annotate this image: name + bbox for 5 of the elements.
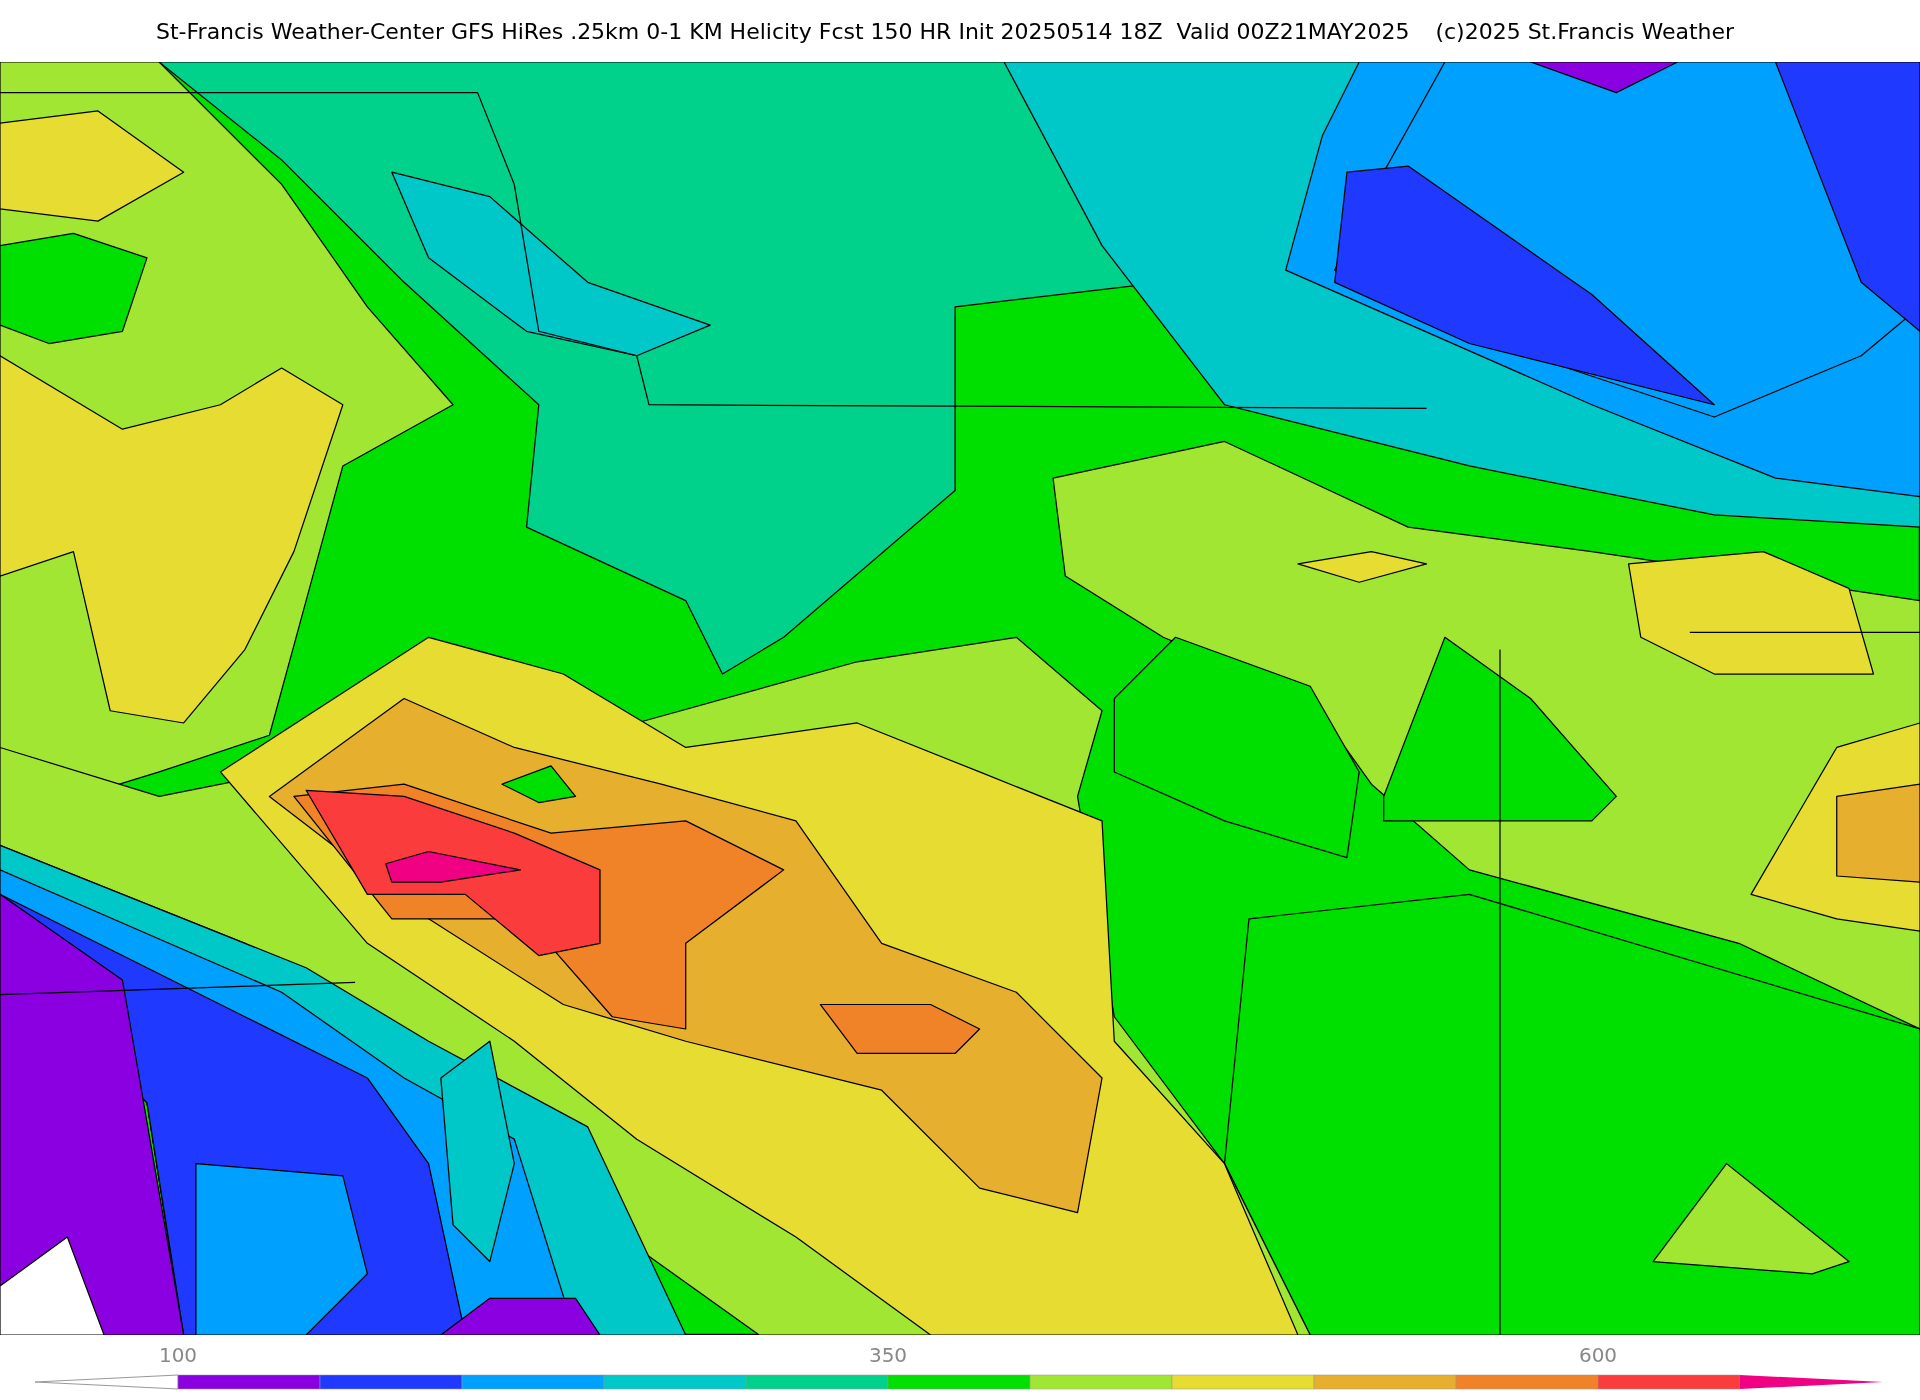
colorbar-label: 600	[1578, 1342, 1618, 1369]
map-title: St-Francis Weather-Center GFS HiRes .25km 0-1 KM Helicity Fcst 150 HR Init 20250514 18Z Valid 00Z21MAY2025	[156, 17, 1410, 46]
colorbar-label: 350	[868, 1342, 908, 1369]
copyright-text: (c)2025 St.Francis Weather	[1435, 17, 1735, 46]
colorbar-label: 100	[158, 1342, 198, 1369]
